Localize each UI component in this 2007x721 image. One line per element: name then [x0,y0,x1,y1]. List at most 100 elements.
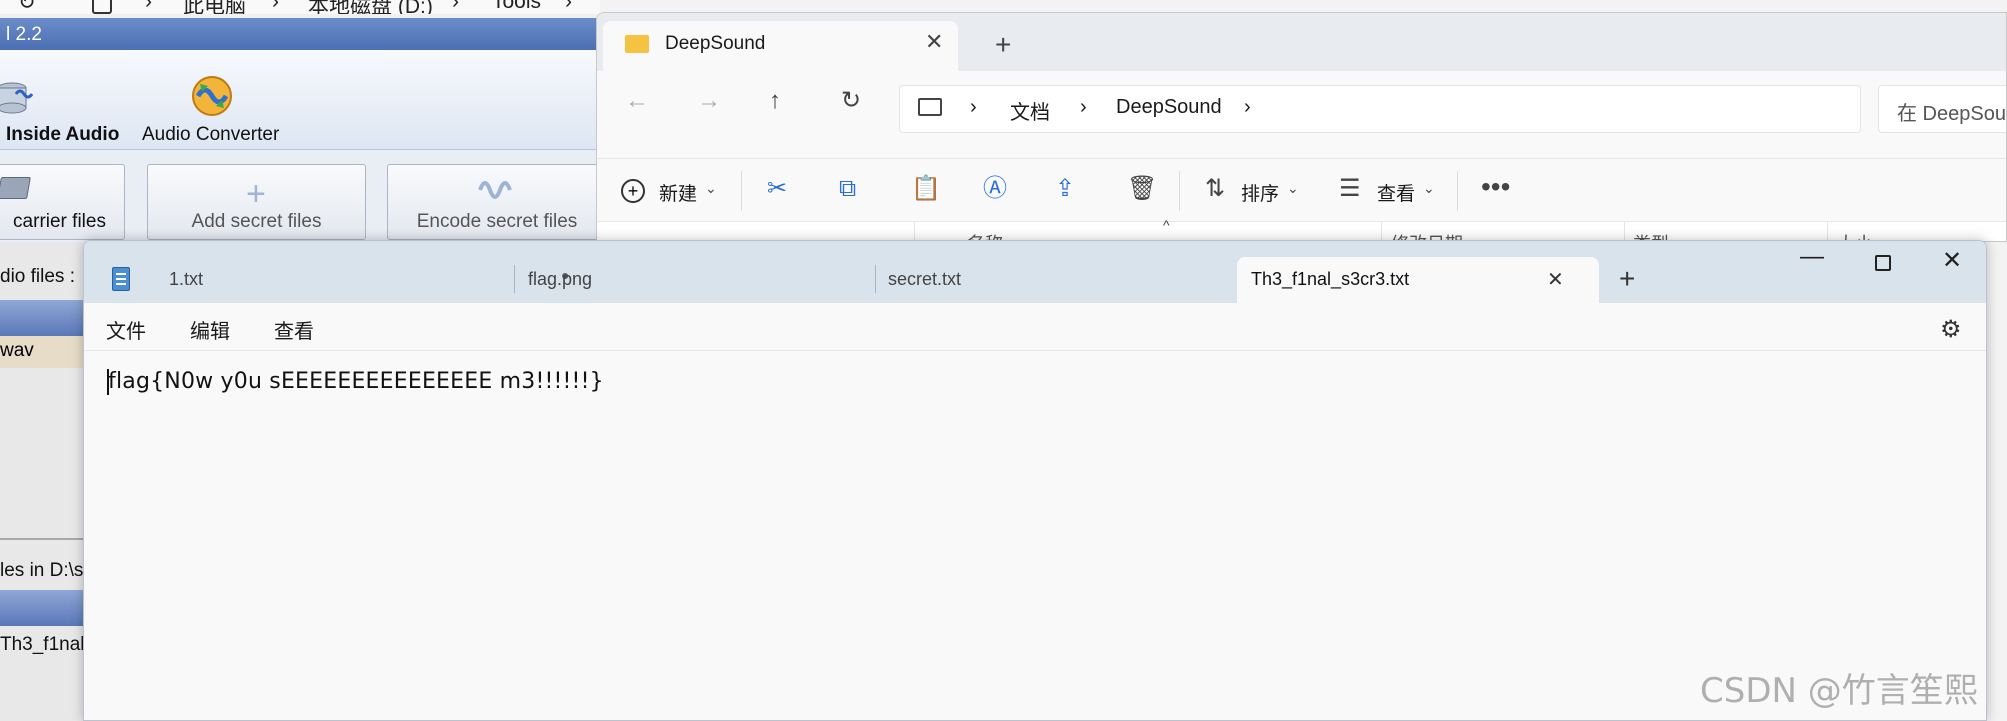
cut-icon[interactable]: ✂ [767,177,787,201]
watermark: CSDN @竹言笙熙 [1700,671,1978,711]
refresh-icon[interactable]: ↻ [841,89,861,113]
breadcrumb-disk-d[interactable]: 本地磁盘 (D:) [308,0,433,14]
separator [1457,171,1458,211]
explorer-address-bar[interactable]: › 文档 › DeepSound › [899,85,1861,133]
breadcrumb-this-pc[interactable]: 此电脑 [183,0,246,14]
breadcrumb-separator: › [1244,96,1251,118]
audio-file-item[interactable]: wav [0,336,85,368]
explorer-search-input[interactable]: 在 DeepSou [1878,85,2006,133]
explorer-tabstrip: DeepSound ✕ + [597,13,2006,71]
breadcrumb-documents[interactable]: 文档 [1010,96,1050,125]
minimize-icon[interactable]: — [1792,245,1832,269]
add-secret-files-button[interactable]: + Add secret files [147,164,366,240]
copy-icon[interactable]: ⧉ [839,177,856,201]
tab-label: flag.png [528,269,593,289]
sort-icon: ⇅ [1205,175,1226,202]
menu-file[interactable]: 文件 [106,315,146,344]
sort-button[interactable]: 排序 [1241,179,1279,206]
folder-icon [0,177,31,199]
chevron-down-icon: ⌄ [1423,180,1435,196]
breadcrumb-separator: › [565,0,572,13]
delete-icon[interactable]: 🗑 [1127,177,1157,201]
more-options-icon[interactable]: ••• [1481,173,1510,201]
file-explorer-window: DeepSound ✕ + ← → ↑ ↻ › 文档 › DeepSound ›… [596,12,2007,242]
secret-files-header-bar [0,590,85,626]
deepsound-file-panels: dio files : wav les in D:\s Th3_f1nal_ [0,242,95,721]
view-list-icon: ☰ [1339,175,1361,202]
explorer-tab-title: DeepSound [665,33,766,54]
audio-converter-icon[interactable] [190,74,234,118]
settings-gear-icon[interactable]: ⚙ [1940,315,1962,344]
breadcrumb-separator: › [272,0,279,13]
separator [1624,222,1625,241]
explorer-tab[interactable]: DeepSound ✕ [603,21,958,71]
rename-icon[interactable]: Ⓐ [983,177,1007,201]
tab-secret-txt[interactable]: secret.txt [888,261,1228,303]
audio-files-label: dio files : [0,266,75,287]
notepad-menubar: 文件 编辑 查看 ⚙ [84,303,1986,351]
close-window-icon[interactable]: ✕ [1932,249,1972,273]
separator [514,265,515,293]
secret-files-label: les in D:\s [0,560,84,581]
separator [914,222,915,241]
editor-content: flag{N0w y0u sEEEEEEEEEEEEEEE m3!!!!!!} [108,369,604,394]
plus-icon: + [246,175,266,213]
secret-file-item[interactable]: Th3_f1nal_ [0,634,95,656]
view-button[interactable]: 查看 [1377,179,1415,206]
close-tab-icon[interactable]: ✕ [925,31,943,53]
close-tab-icon[interactable]: ✕ [1547,267,1564,292]
deepsound-ribbon: Inside Audio Audio Converter [0,50,600,150]
checkbox-icon[interactable] [92,0,112,14]
separator [741,171,742,211]
explorer-command-bar: + 新建 ⌄ ✂ ⧉ 📋 Ⓐ ⇪ 🗑 ⇅ 排序 ⌄ ☰ 查看 ⌄ ••• [597,158,2006,222]
notepad-tabbar: 1.txt ● flag.png secret.txt Th3_f1nal_s3… [84,241,1986,303]
share-icon[interactable]: ⇪ [1055,177,1075,201]
tab-label: secret.txt [888,269,962,289]
tab-1-txt[interactable]: 1.txt ● [169,261,569,303]
menu-view[interactable]: 查看 [274,315,314,344]
new-tab-icon[interactable]: + [995,31,1011,59]
separator [1381,222,1382,241]
menu-edit[interactable]: 编辑 [190,315,230,344]
deepsound-titlebar: l 2.2 [0,18,600,50]
tab-label: Th3_f1nal_s3cr3.txt [1251,269,1410,289]
breadcrumb-separator: › [970,96,977,118]
deepsound-toolbar: carrier files + Add secret files Encode … [0,150,607,242]
separator [875,265,876,293]
new-button[interactable]: 新建 [659,179,697,206]
separator [1827,222,1828,241]
refresh-icon[interactable]: ↻ [18,0,36,14]
notepad-window: 1.txt ● flag.png secret.txt Th3_f1nal_s3… [83,240,1987,721]
new-tab-icon[interactable]: + [1619,263,1635,295]
breadcrumb-deepsound[interactable]: DeepSound [1116,96,1222,119]
forward-arrow-icon[interactable]: → [697,89,721,113]
panel-divider [0,538,85,540]
audio-files-header-bar [0,300,85,336]
monitor-icon [918,98,942,116]
breadcrumb-separator: › [1080,96,1087,118]
audio-converter-button[interactable]: Audio Converter [142,124,279,146]
paste-icon[interactable]: 📋 [911,177,941,201]
back-explorer-strip: ↻ › 此电脑 › 本地磁盘 (D:) › Tools › [0,0,600,14]
deepsound-title: l 2.2 [6,24,42,45]
carrier-files-label: carrier files [13,211,106,232]
tab-flag-png[interactable]: flag.png [528,261,868,303]
tab-th3-f1nal-s3cr3-txt[interactable]: Th3_f1nal_s3cr3.txt ✕ [1237,257,1599,303]
open-carrier-files-button[interactable]: carrier files [0,164,125,240]
up-arrow-icon[interactable]: ↑ [769,89,781,113]
encode-secret-files-button[interactable]: Encode secret files [387,164,607,240]
explorer-column-headers: 名称 ^ 修改日期 类型 大小 [597,218,2006,241]
sort-up-icon: ^ [1163,217,1170,233]
encode-secret-files-label: Encode secret files [416,211,578,232]
inside-audio-button[interactable]: Inside Audio [6,124,119,146]
back-arrow-icon[interactable]: ← [625,89,649,113]
maximize-icon[interactable] [1875,255,1891,271]
breadcrumb-tools[interactable]: Tools [492,0,541,14]
folder-icon [625,35,649,53]
tab-label: 1.txt [169,269,204,289]
audio-wave-icon [478,175,518,205]
add-secret-files-label: Add secret files [191,211,322,232]
chevron-down-icon: ⌄ [705,180,717,196]
search-placeholder: 在 DeepSou [1897,103,2006,125]
breadcrumb-separator: › [452,0,459,13]
